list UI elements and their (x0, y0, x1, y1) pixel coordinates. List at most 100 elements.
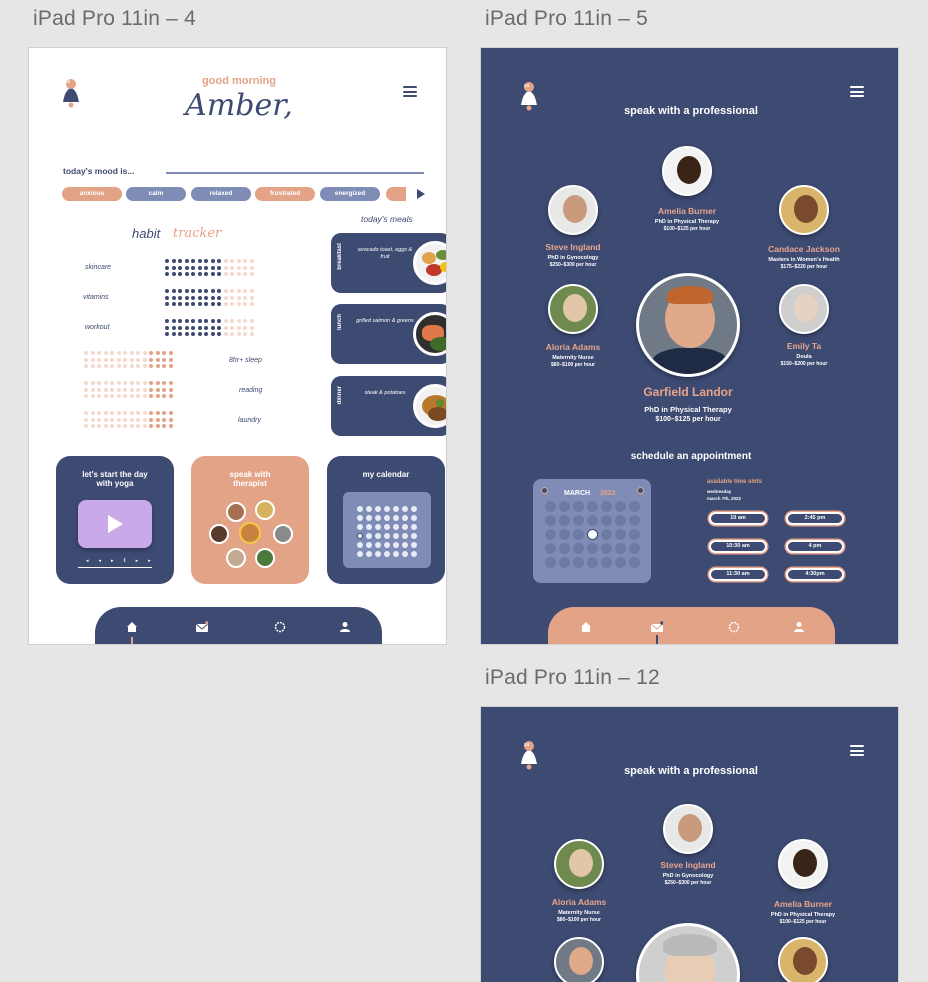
habit-dot[interactable] (84, 357, 88, 362)
habit-dot[interactable] (155, 411, 160, 415)
habit-dot[interactable] (168, 387, 173, 392)
habit-dot[interactable] (123, 411, 127, 415)
calendar-day-cell[interactable] (384, 506, 390, 512)
meal-card-lunch[interactable]: lunch grilled salmon & greens (331, 304, 446, 364)
habit-dot[interactable] (210, 265, 215, 270)
habit-dot[interactable] (210, 332, 215, 336)
calendar-day-cell[interactable] (558, 529, 570, 540)
calendar-day-cell[interactable] (572, 515, 584, 526)
calendar-day-cell[interactable] (375, 524, 381, 530)
habit-dot[interactable] (116, 364, 121, 368)
appointment-calendar[interactable]: MARCH 2022 (533, 479, 651, 583)
calendar-day-cell[interactable] (393, 551, 399, 557)
habit-dot[interactable] (123, 417, 127, 422)
calendar-day-cell[interactable] (357, 515, 363, 521)
habit-dot[interactable] (184, 289, 189, 293)
habit-dot[interactable] (162, 394, 166, 398)
calendar-day-cell[interactable] (393, 515, 399, 521)
person-aloria-adams[interactable]: Aloria Adams Maternity Nurse $80–$100 pe… (519, 897, 639, 923)
habit-dot[interactable] (136, 387, 140, 392)
habit-dot[interactable] (155, 424, 160, 428)
yoga-video-thumbnail[interactable] (78, 500, 152, 548)
calendar-day-cell[interactable] (586, 501, 598, 512)
habit-dot[interactable] (223, 295, 228, 300)
habit-dot[interactable] (129, 357, 134, 362)
calendar-day-cell[interactable] (393, 524, 399, 530)
habit-dot[interactable] (116, 411, 121, 415)
habit-dot[interactable] (230, 265, 234, 270)
habit-dot[interactable] (149, 387, 153, 392)
habit-dot[interactable] (236, 295, 241, 300)
habit-dot[interactable] (110, 387, 114, 392)
habit-dot[interactable] (97, 424, 101, 428)
calendar-day-cell[interactable] (586, 529, 598, 540)
calendar-day-cell[interactable] (357, 506, 363, 512)
habit-dot[interactable] (230, 295, 234, 300)
calendar-day-cell[interactable] (614, 529, 626, 540)
habit-dot[interactable] (103, 394, 108, 398)
habit-dot[interactable] (136, 417, 140, 422)
habit-dot[interactable] (223, 289, 228, 293)
habit-dot[interactable] (110, 381, 114, 385)
calendar-day-cell[interactable] (366, 506, 372, 512)
habit-dot[interactable] (210, 289, 215, 293)
habit-dot[interactable] (217, 289, 221, 293)
habit-dot[interactable] (249, 332, 254, 336)
person-candace-jackson[interactable]: Candace Jackson Masters in Women's Healt… (744, 244, 864, 270)
habit-dot[interactable] (171, 332, 176, 336)
habit-dot[interactable] (230, 272, 234, 276)
habit-dot[interactable] (243, 272, 247, 276)
calendar-day-cell[interactable] (357, 524, 363, 530)
habit-dot[interactable] (142, 424, 147, 428)
habit-dot[interactable] (178, 295, 182, 300)
yoga-card[interactable]: let's start the day with yoga ◂◂▸‖▸▸ (56, 456, 174, 584)
habit-dot[interactable] (162, 351, 166, 355)
habit-dot[interactable] (155, 351, 160, 355)
person-steve-ingland[interactable]: Steve Ingland PhD in Gynocology $250–$30… (628, 860, 748, 886)
habit-dot[interactable] (191, 289, 195, 293)
habit-dot[interactable] (97, 417, 101, 422)
slot-button[interactable]: 2:45 pm (786, 512, 844, 525)
habit-dot[interactable] (249, 265, 254, 270)
habit-dot[interactable] (197, 289, 202, 293)
calendar-day-cell[interactable] (366, 551, 372, 557)
habit-dot[interactable] (155, 381, 160, 385)
habit-dot[interactable] (149, 357, 153, 362)
habit-dots-sleep[interactable] (84, 351, 173, 368)
habit-dot[interactable] (168, 424, 173, 428)
therapist-avatar-4[interactable] (239, 522, 261, 544)
bottom-nav[interactable] (95, 607, 382, 644)
person-aloria-adams[interactable]: Aloria Adams Maternity Nurse $80–$100 pe… (513, 342, 633, 368)
play-icon[interactable] (106, 514, 124, 534)
habit-dot[interactable] (191, 332, 195, 336)
slot-button[interactable]: 11:30 am (709, 568, 767, 581)
habit-dot[interactable] (217, 265, 221, 270)
calendar-day-cell[interactable] (614, 515, 626, 526)
habit-dot[interactable] (84, 417, 88, 422)
habit-dot[interactable] (149, 424, 153, 428)
media-controls-icon[interactable]: ◂◂▸‖▸▸ (86, 558, 161, 564)
habit-dot[interactable] (142, 357, 147, 362)
calendar-day-cell[interactable] (572, 557, 584, 568)
habit-dot[interactable] (165, 319, 169, 323)
calendar-day-cell[interactable] (586, 515, 598, 526)
habit-dot[interactable] (149, 364, 153, 368)
habit-dot[interactable] (223, 302, 228, 306)
calendar-day-cell[interactable] (544, 501, 556, 512)
habit-dot[interactable] (129, 364, 134, 368)
habit-dot[interactable] (90, 357, 95, 362)
habit-dot[interactable] (197, 265, 202, 270)
habit-dot[interactable] (110, 394, 114, 398)
habit-dot[interactable] (90, 387, 95, 392)
habit-dot[interactable] (243, 289, 247, 293)
artboard-professional-variant[interactable]: 24 speak with a professional Steve Ingla… (480, 706, 899, 982)
habit-dot[interactable] (165, 332, 169, 336)
habit-dot[interactable] (171, 325, 176, 330)
habit-dot[interactable] (204, 302, 208, 306)
habit-dot[interactable] (210, 325, 215, 330)
habit-dot[interactable] (249, 272, 254, 276)
habit-dot[interactable] (129, 411, 134, 415)
habit-dot[interactable] (149, 394, 153, 398)
habit-dot[interactable] (84, 394, 88, 398)
calendar-day-cell[interactable] (614, 557, 626, 568)
